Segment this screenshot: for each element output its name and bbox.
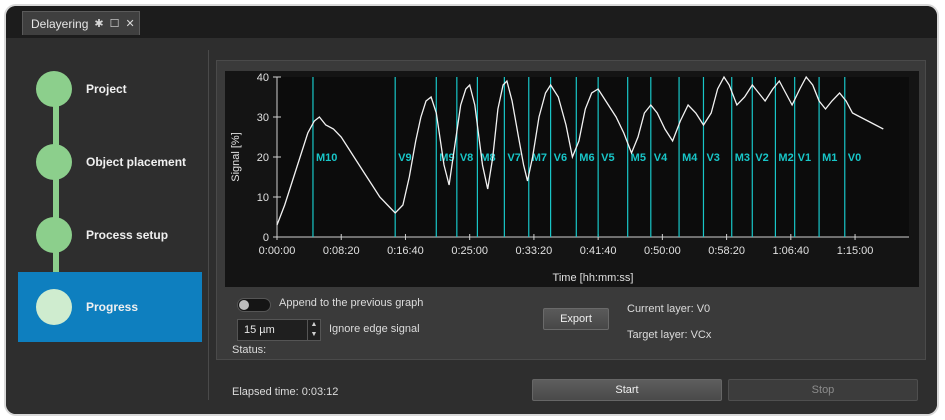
layer-marker-label: V6	[554, 152, 567, 164]
start-button[interactable]: Start	[532, 379, 722, 401]
workflow-steps: Project Object placement Process setup P…	[18, 54, 202, 384]
maximize-icon[interactable]: ☐	[110, 17, 120, 30]
x-axis-label: Time [hh:mm:ss]	[553, 272, 634, 284]
x-tick-label: 0:08:20	[323, 245, 360, 257]
title-bar: Delayering ✱ ☐ ✕	[6, 6, 937, 38]
layer-marker-label: V0	[848, 152, 861, 164]
layer-marker-label: M2	[778, 152, 793, 164]
progress-panel: 0 10 20 30 40 0:00:00 0:08:20 0:16:40 0:25:00 0:3…	[216, 60, 926, 360]
layer-marker-label: M3	[735, 152, 750, 164]
signal-chart: 0 10 20 30 40 0:00:00 0:08:20 0:16:40 0:25:00 0:3…	[225, 71, 919, 287]
layer-marker-label: V1	[798, 152, 811, 164]
y-tick-label: 10	[257, 192, 269, 204]
x-tick-label: 0:50:00	[644, 245, 681, 257]
layer-marker-label: V5	[601, 152, 614, 164]
spin-arrows-icon[interactable]: ▲ ▼	[307, 320, 320, 340]
step-indicator-icon	[36, 71, 72, 107]
layer-marker-label: V4	[654, 152, 668, 164]
step-indicator-icon	[36, 217, 72, 253]
step-indicator-icon	[36, 289, 72, 325]
step-label: Process setup	[86, 228, 169, 242]
toggle-knob	[239, 300, 249, 310]
layer-marker-label: V9	[398, 152, 411, 164]
close-icon[interactable]: ✕	[125, 17, 134, 30]
x-tick-label: 0:16:40	[387, 245, 424, 257]
step-project[interactable]: Project	[18, 54, 202, 124]
edge-signal-input[interactable]	[238, 320, 310, 340]
edge-signal-label: Ignore edge signal	[329, 323, 420, 335]
layer-marker-label: M4	[682, 152, 698, 164]
content-area: Project Object placement Process setup P…	[6, 38, 937, 414]
layer-marker-label: V7	[507, 152, 520, 164]
x-tick-label: 0:41:40	[580, 245, 617, 257]
step-object-placement[interactable]: Object placement	[18, 127, 202, 197]
current-layer-label: Current layer: V0	[627, 303, 711, 315]
delayering-tab[interactable]: Delayering ✱ ☐ ✕	[22, 11, 140, 35]
step-process-setup[interactable]: Process setup	[18, 200, 202, 270]
step-label: Progress	[86, 300, 139, 314]
layer-marker-label: M7	[532, 152, 547, 164]
step-label: Object placement	[86, 155, 187, 169]
y-tick-label: 20	[257, 152, 269, 164]
x-tick-label: 1:06:40	[772, 245, 809, 257]
target-layer-label: Target layer: VCx	[627, 329, 712, 341]
layer-marker-label: V2	[755, 152, 768, 164]
layer-marker-label: M1	[822, 152, 837, 164]
tab-title: Delayering	[31, 16, 89, 31]
layer-marker-label: V3	[706, 152, 719, 164]
x-tick-label: 0:33:20	[516, 245, 553, 257]
layer-marker-label: M6	[579, 152, 594, 164]
pin-icon[interactable]: ✱	[94, 17, 103, 30]
y-tick-label: 0	[263, 232, 269, 244]
y-tick-label: 40	[257, 72, 269, 84]
layer-marker-label: M10	[316, 152, 337, 164]
x-tick-label: 0:00:00	[259, 245, 296, 257]
status-label: Status:	[232, 344, 267, 356]
append-graph-toggle[interactable]	[237, 298, 271, 312]
x-tick-label: 1:15:00	[837, 245, 874, 257]
y-tick-label: 30	[257, 112, 269, 124]
x-tick-label: 0:58:20	[708, 245, 745, 257]
y-axis-label: Signal [%]	[230, 132, 242, 182]
x-tick-label: 0:25:00	[451, 245, 488, 257]
elapsed-time: Elapsed time: 0:03:12	[232, 386, 339, 398]
delayering-window: Delayering ✱ ☐ ✕ Project Object placemen…	[6, 6, 937, 414]
edge-signal-spinbox[interactable]: ▲▼	[237, 319, 321, 341]
stop-button[interactable]: Stop	[728, 379, 918, 401]
step-indicator-icon	[36, 144, 72, 180]
sidebar-divider	[208, 50, 209, 400]
step-progress[interactable]: Progress	[18, 272, 202, 342]
layer-marker-label: M5	[631, 152, 646, 164]
append-graph-label: Append to the previous graph	[279, 297, 424, 309]
layer-marker-label: V8	[460, 152, 473, 164]
step-label: Project	[86, 82, 127, 96]
export-button[interactable]: Export	[543, 308, 609, 330]
